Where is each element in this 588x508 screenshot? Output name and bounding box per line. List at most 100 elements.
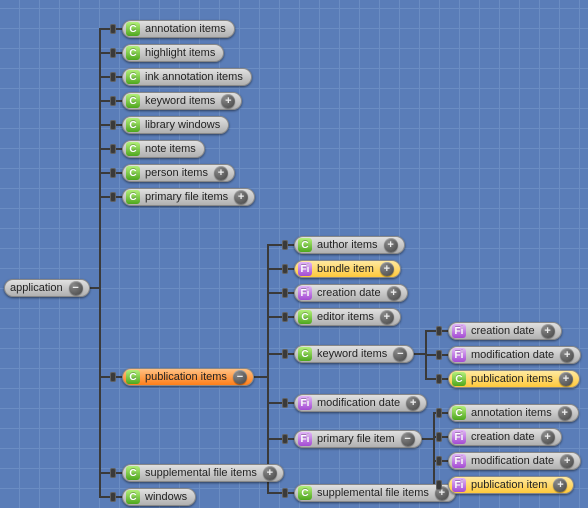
lvl2-node[interactable]: Cauthor items+ bbox=[294, 236, 405, 254]
collection-badge-icon: C bbox=[126, 46, 140, 60]
connector-grip-icon bbox=[282, 488, 288, 498]
label: keyword items bbox=[315, 348, 389, 360]
lvl1-node[interactable]: Cperson items+ bbox=[122, 164, 235, 182]
label: publication item bbox=[469, 479, 549, 491]
lvl1-node[interactable]: Clibrary windows bbox=[122, 116, 229, 134]
connector-grip-icon bbox=[110, 372, 116, 382]
connector-grip-icon bbox=[110, 492, 116, 502]
collection-badge-icon: C bbox=[126, 22, 140, 36]
collection-badge-icon: C bbox=[126, 490, 140, 504]
lvl3-node[interactable]: Cpublication items + bbox=[448, 370, 580, 388]
connector-grip-icon bbox=[110, 468, 116, 478]
plus-icon[interactable]: + bbox=[263, 466, 277, 480]
plus-icon[interactable]: + bbox=[380, 310, 394, 324]
property-badge-icon: Fi bbox=[298, 396, 312, 410]
plus-icon[interactable]: + bbox=[553, 478, 567, 492]
property-badge-icon: Fi bbox=[452, 324, 466, 338]
label: author items bbox=[315, 239, 380, 251]
collection-badge-icon: C bbox=[126, 94, 140, 108]
connector-grip-icon bbox=[282, 240, 288, 250]
lvl3-node[interactable]: Fimodification date+ bbox=[448, 452, 581, 470]
lvl1-node[interactable]: Cprimary file items + bbox=[122, 188, 255, 206]
connector-grip-icon bbox=[282, 398, 288, 408]
connector-grip-icon bbox=[436, 374, 442, 384]
minus-icon[interactable]: − bbox=[233, 370, 247, 384]
label: creation date bbox=[469, 431, 537, 443]
lvl1-node[interactable]: Ckeyword items + bbox=[122, 92, 242, 110]
connector-grip-icon bbox=[110, 192, 116, 202]
collection-badge-icon: C bbox=[126, 190, 140, 204]
connector-grip-icon bbox=[282, 312, 288, 322]
label: person items bbox=[143, 167, 210, 179]
connector-grip-icon bbox=[282, 264, 288, 274]
label: modification date bbox=[469, 349, 556, 361]
connector-grip-icon bbox=[282, 288, 288, 298]
label: keyword items bbox=[143, 95, 217, 107]
lvl2-node[interactable]: Fiprimary file item− bbox=[294, 430, 422, 448]
tree-diagram: application − Cannotation items Chighligh… bbox=[0, 0, 588, 508]
lvl1-node[interactable]: Cink annotation items bbox=[122, 68, 252, 86]
plus-icon[interactable]: + bbox=[559, 372, 573, 386]
label: creation date bbox=[469, 325, 537, 337]
label: annotation items bbox=[469, 407, 554, 419]
lvl2-node[interactable]: Ckeyword items− bbox=[294, 345, 414, 363]
collection-badge-icon: C bbox=[126, 466, 140, 480]
plus-icon[interactable]: + bbox=[558, 406, 572, 420]
collection-badge-icon: C bbox=[126, 370, 140, 384]
label: annotation items bbox=[143, 23, 228, 35]
connector-grip-icon bbox=[110, 96, 116, 106]
lvl2-node[interactable]: Csupplemental file items+ bbox=[294, 484, 456, 502]
lvl1-node[interactable]: Cnote items bbox=[122, 140, 205, 158]
label: supplemental file items bbox=[143, 467, 259, 479]
plus-icon[interactable]: + bbox=[214, 166, 228, 180]
lvl1-node[interactable]: Cpublication items− bbox=[122, 368, 254, 386]
plus-icon[interactable]: + bbox=[384, 238, 398, 252]
plus-icon[interactable]: + bbox=[406, 396, 420, 410]
label: editor items bbox=[315, 311, 376, 323]
lvl2-node[interactable]: Ficreation date+ bbox=[294, 284, 408, 302]
lvl1-node[interactable]: Csupplemental file items + bbox=[122, 464, 284, 482]
property-badge-icon: Fi bbox=[452, 430, 466, 444]
minus-icon[interactable]: − bbox=[401, 432, 415, 446]
lvl3-node[interactable]: Fimodification date+ bbox=[448, 346, 581, 364]
property-badge-icon: Fi bbox=[452, 454, 466, 468]
plus-icon[interactable]: + bbox=[221, 94, 235, 108]
label: primary file items bbox=[143, 191, 230, 203]
label: primary file item bbox=[315, 433, 397, 445]
lvl1-node[interactable]: Chighlight items bbox=[122, 44, 224, 62]
connector-grip-icon bbox=[110, 48, 116, 58]
lvl3-node[interactable]: Fipublication item+ bbox=[448, 476, 574, 494]
root-label: application bbox=[8, 282, 65, 294]
label: publication items bbox=[469, 373, 555, 385]
lvl2-node[interactable]: Ceditor items+ bbox=[294, 308, 401, 326]
lvl3-node[interactable]: Cannotation items+ bbox=[448, 404, 579, 422]
connector-grip-icon bbox=[436, 408, 442, 418]
connector-grip-icon bbox=[436, 480, 442, 490]
plus-icon[interactable]: + bbox=[560, 454, 574, 468]
lvl2-node[interactable]: Fibundle item+ bbox=[294, 260, 401, 278]
plus-icon[interactable]: + bbox=[387, 286, 401, 300]
root-node[interactable]: application − bbox=[4, 279, 90, 297]
plus-icon[interactable]: + bbox=[380, 262, 394, 276]
connector-grip-icon bbox=[282, 349, 288, 359]
lvl3-node[interactable]: Ficreation date + bbox=[448, 428, 562, 446]
label: windows bbox=[143, 491, 189, 503]
label: ink annotation items bbox=[143, 71, 245, 83]
lvl2-node[interactable]: Fimodification date+ bbox=[294, 394, 427, 412]
connector-grip-icon bbox=[436, 432, 442, 442]
connector-grip-icon bbox=[436, 350, 442, 360]
plus-icon[interactable]: + bbox=[560, 348, 574, 362]
plus-icon[interactable]: + bbox=[541, 324, 555, 338]
label: publication items bbox=[143, 371, 229, 383]
minus-icon[interactable]: − bbox=[393, 347, 407, 361]
lvl1-node[interactable]: Cwindows bbox=[122, 488, 196, 506]
lvl3-node[interactable]: Ficreation date + bbox=[448, 322, 562, 340]
minus-icon[interactable]: − bbox=[69, 281, 83, 295]
collection-badge-icon: C bbox=[452, 372, 466, 386]
connector-grip-icon bbox=[110, 72, 116, 82]
collection-badge-icon: C bbox=[298, 486, 312, 500]
plus-icon[interactable]: + bbox=[234, 190, 248, 204]
lvl1-node[interactable]: Cannotation items bbox=[122, 20, 235, 38]
collection-badge-icon: C bbox=[298, 347, 312, 361]
plus-icon[interactable]: + bbox=[541, 430, 555, 444]
